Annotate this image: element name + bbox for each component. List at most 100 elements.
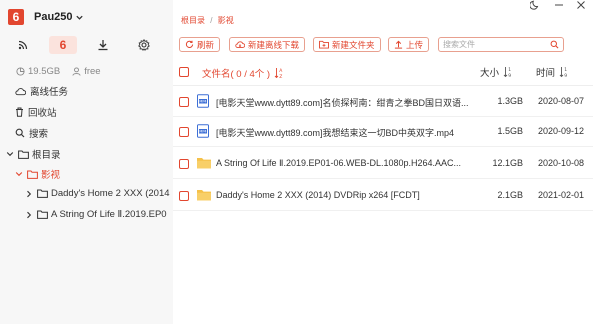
storage-used: 19.5GB xyxy=(28,66,61,77)
pie-icon xyxy=(16,67,25,76)
file-name: Daddy's Home 2 XXX (2014) DVDRip x264 [F… xyxy=(216,190,420,200)
file-time: 2020-10-08 xyxy=(538,158,585,168)
breadcrumb-current[interactable]: 影视 xyxy=(218,16,234,25)
search-box xyxy=(438,37,564,52)
new-folder-button[interactable]: 新建文件夹 xyxy=(313,37,381,52)
upload-button[interactable]: 上传 xyxy=(388,37,430,52)
column-header-size[interactable]: 大小 19 xyxy=(480,65,513,79)
settings-button[interactable] xyxy=(131,36,157,54)
refresh-button[interactable]: 刷新 xyxy=(179,37,221,52)
sort-numeric-icon[interactable]: 19 xyxy=(559,66,569,78)
folder-icon xyxy=(197,158,211,169)
sort-numeric-icon[interactable]: 19 xyxy=(503,66,513,78)
svg-text:1: 1 xyxy=(508,67,511,73)
nav-recycle-bin[interactable]: 回收站 xyxy=(15,105,57,119)
nav-offline-tasks[interactable]: 离线任务 xyxy=(15,84,68,98)
folder-add-icon xyxy=(319,40,329,49)
nav-search[interactable]: 搜索 xyxy=(15,126,48,140)
svg-text:A: A xyxy=(279,68,283,74)
file-size: 2.1GB xyxy=(497,190,523,200)
new-offline-download-button[interactable]: 新建离线下载 xyxy=(229,37,306,52)
tree-movies-label: 影视 xyxy=(41,170,61,181)
minimize-button[interactable] xyxy=(554,0,564,10)
tree-child-daddys-home[interactable]: Daddy's Home 2 XXX (2014 xyxy=(24,188,170,199)
breadcrumb: 根目录 / 影视 xyxy=(181,15,234,26)
sidebar: 6 Pau250 6 19.5GB free 离线任务 回收站 搜索 根目录 影… xyxy=(0,0,173,324)
new-offline-download-label: 新建离线下载 xyxy=(248,39,300,50)
trash-icon xyxy=(16,107,23,117)
nav-offline-label: 离线任务 xyxy=(30,87,69,98)
file-name: [电影天堂www.dytt89.com]我想结束这一切BD中英双字.mp4 xyxy=(216,128,455,138)
svg-text:1: 1 xyxy=(564,67,567,73)
user-icon xyxy=(72,67,81,76)
search-icon[interactable] xyxy=(550,40,559,49)
tree-child-label: Daddy's Home 2 XXX (2014 xyxy=(51,188,170,199)
file-time: 2020-08-07 xyxy=(538,96,585,106)
svg-text:MP4: MP4 xyxy=(199,130,206,134)
tree-movies[interactable]: 影视 xyxy=(14,167,60,181)
chevron-right-icon[interactable] xyxy=(24,190,34,198)
table-row[interactable]: MP4 [电影天堂www.dytt89.com]名侦探柯南：绀青之拳BD国日双语… xyxy=(173,87,593,117)
column-header-name[interactable]: 文件名( 0 / 4个 ) AZ xyxy=(202,66,284,80)
download-button[interactable] xyxy=(90,36,116,54)
row-checkbox[interactable] xyxy=(179,191,189,201)
svg-text:Z: Z xyxy=(279,74,282,79)
quick-actions: 6 xyxy=(10,36,165,54)
minimize-icon xyxy=(555,4,563,6)
search-input[interactable] xyxy=(439,38,547,51)
nav-search-label: 搜索 xyxy=(29,129,49,140)
task-count-badge[interactable]: 6 xyxy=(49,36,77,54)
chevron-down-icon[interactable] xyxy=(14,170,24,178)
main-panel: 根目录 / 影视 刷新 新建离线下载 新建文件夹 上传 文件名( 0 / 4个 … xyxy=(173,0,593,324)
moon-icon xyxy=(530,0,539,10)
cloud-download-icon xyxy=(235,41,245,48)
rss-button[interactable] xyxy=(10,36,36,54)
new-folder-label: 新建文件夹 xyxy=(332,39,375,50)
sort-az-icon[interactable]: AZ xyxy=(274,67,284,79)
file-time: 2020-09-12 xyxy=(538,126,585,136)
refresh-icon xyxy=(185,40,194,48)
folder-icon xyxy=(27,170,38,179)
select-all-checkbox[interactable] xyxy=(179,67,189,77)
column-time-label: 时间 xyxy=(536,68,556,79)
close-button[interactable] xyxy=(576,0,586,10)
tree-child-label: A String Of Life Ⅱ.2019.EP0 xyxy=(51,209,167,220)
folder-icon xyxy=(37,189,48,198)
rss-icon xyxy=(18,40,28,50)
upload-icon xyxy=(394,40,403,49)
app-logo: 6 xyxy=(8,9,24,25)
column-header-time[interactable]: 时间 19 xyxy=(536,65,569,79)
breadcrumb-root[interactable]: 根目录 xyxy=(181,16,205,25)
gear-icon xyxy=(138,39,150,51)
table-row[interactable]: A String Of Life Ⅱ.2019.EP01-06.WEB-DL.1… xyxy=(173,149,593,179)
table-row[interactable]: Daddy's Home 2 XXX (2014) DVDRip x264 [F… xyxy=(173,181,593,211)
tree-root[interactable]: 根目录 xyxy=(5,147,61,161)
video-file-icon: MP4 xyxy=(197,94,209,108)
table-row[interactable]: MP4 [电影天堂www.dytt89.com]我想结束这一切BD中英双字.mp… xyxy=(173,117,593,147)
theme-toggle-button[interactable] xyxy=(530,0,540,10)
column-name-label: 文件名( 0 / 4个 ) xyxy=(202,69,271,80)
row-checkbox[interactable] xyxy=(179,97,189,107)
svg-text:9: 9 xyxy=(564,73,567,78)
file-time: 2021-02-01 xyxy=(538,190,585,200)
video-file-icon: MP4 xyxy=(197,124,209,138)
svg-text:MP4: MP4 xyxy=(199,100,206,104)
row-checkbox[interactable] xyxy=(179,159,189,169)
upload-label: 上传 xyxy=(406,39,424,50)
chevron-down-icon[interactable] xyxy=(5,150,15,158)
refresh-label: 刷新 xyxy=(197,39,215,50)
svg-text:9: 9 xyxy=(508,73,511,78)
column-size-label: 大小 xyxy=(480,68,500,79)
account-name[interactable]: Pau250 xyxy=(34,11,73,23)
table-header: 文件名( 0 / 4个 ) AZ 大小 19 时间 19 xyxy=(173,58,593,86)
account-switcher[interactable]: 6 Pau250 xyxy=(8,9,84,25)
row-checkbox[interactable] xyxy=(179,127,189,137)
file-name: A String Of Life Ⅱ.2019.EP01-06.WEB-DL.1… xyxy=(216,158,462,168)
file-size: 12.1GB xyxy=(492,158,523,168)
chevron-down-icon[interactable] xyxy=(75,13,84,22)
chevron-right-icon[interactable] xyxy=(24,211,34,219)
tree-child-string-of-life[interactable]: A String Of Life Ⅱ.2019.EP0 xyxy=(24,209,167,220)
storage-info: 19.5GB free xyxy=(16,66,101,77)
breadcrumb-separator: / xyxy=(210,16,213,25)
file-name: [电影天堂www.dytt89.com]名侦探柯南：绀青之拳BD国日双语... xyxy=(216,98,469,108)
